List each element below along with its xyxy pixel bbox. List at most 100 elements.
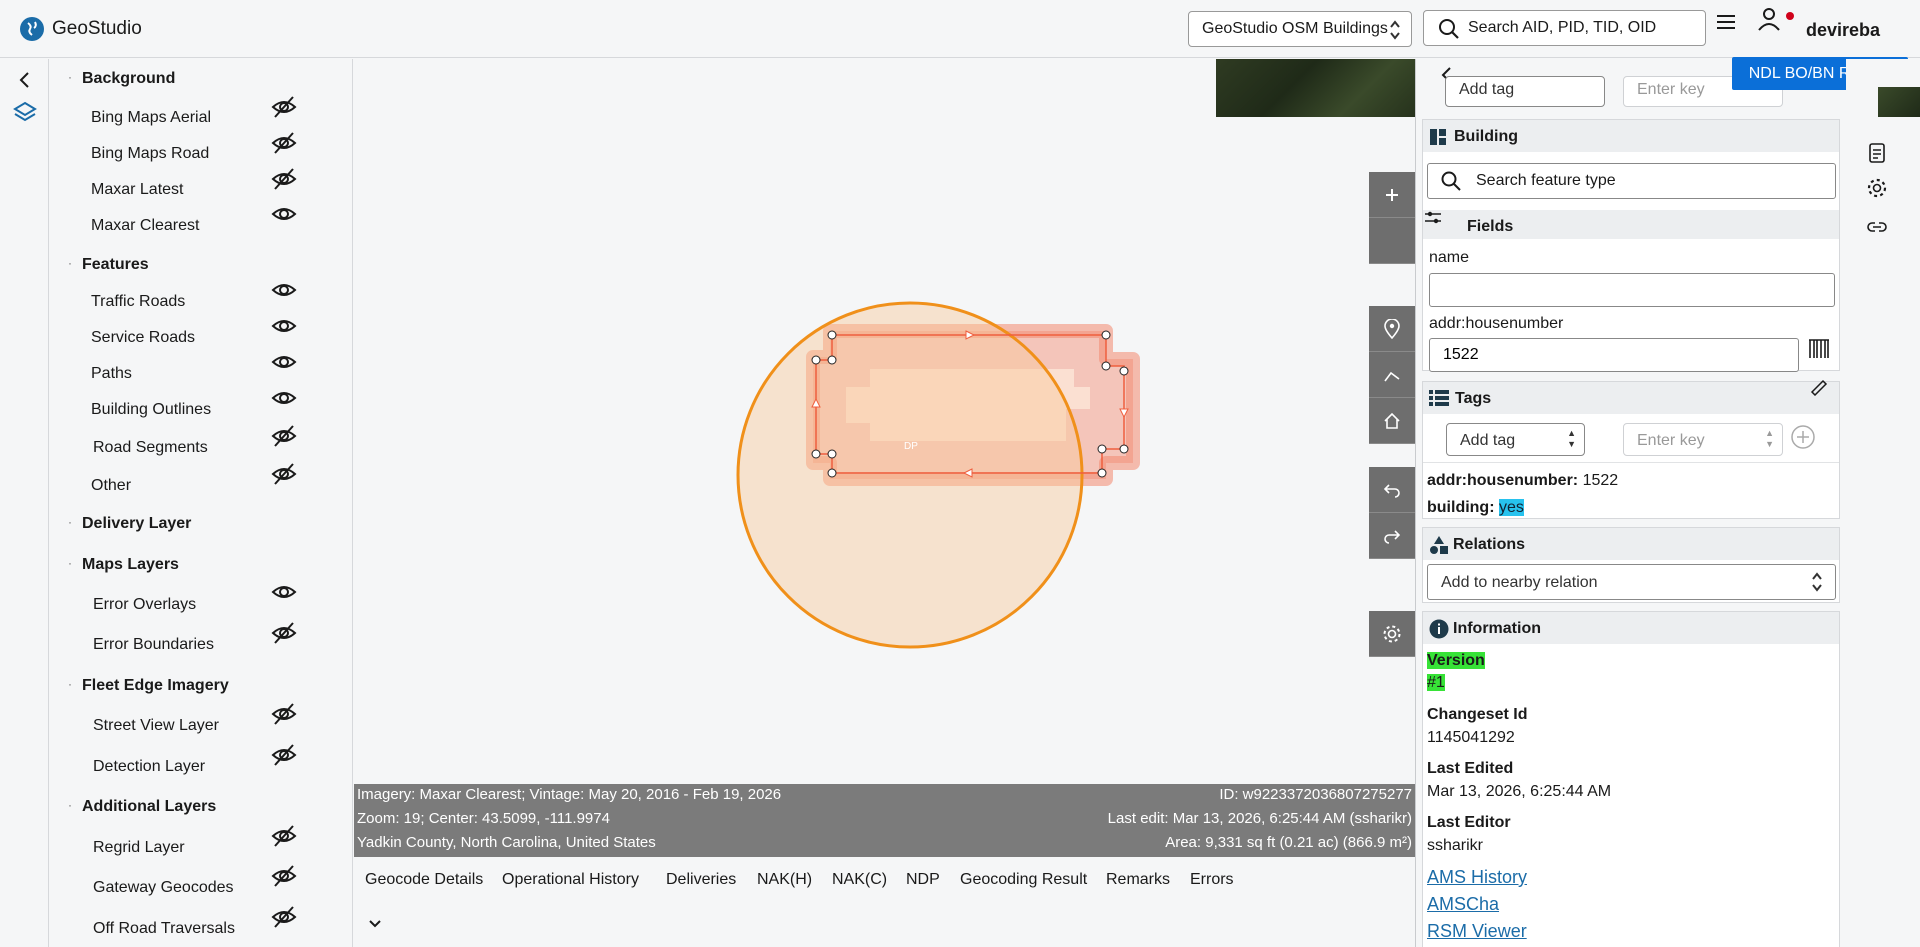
layer-traffic-roads: Traffic Roads bbox=[91, 293, 186, 310]
hamburger-menu-icon[interactable] bbox=[1716, 12, 1736, 32]
version-value: #1 bbox=[1427, 674, 1445, 691]
ams-history-link[interactable]: AMS History bbox=[1427, 867, 1527, 888]
eye-icon[interactable] bbox=[270, 384, 298, 412]
document-icon[interactable] bbox=[1866, 142, 1888, 164]
eye-off-icon[interactable] bbox=[270, 903, 298, 931]
eye-off-icon[interactable] bbox=[270, 619, 298, 647]
name-field-input[interactable] bbox=[1429, 273, 1835, 307]
eye-off-icon[interactable] bbox=[270, 700, 298, 728]
layer-road-segments: Road Segments bbox=[93, 439, 208, 456]
zoom-in-button[interactable] bbox=[1369, 172, 1415, 218]
settings-icon[interactable] bbox=[1866, 177, 1888, 199]
selection-circle bbox=[736, 301, 1084, 649]
information-card: Information Version #1 Changeset Id 1145… bbox=[1422, 611, 1840, 947]
add-line-button[interactable] bbox=[1369, 352, 1415, 398]
tab-nak-h[interactable]: NAK(H) bbox=[757, 871, 812, 889]
eye-off-icon[interactable] bbox=[270, 822, 298, 850]
tab-remarks[interactable]: Remarks bbox=[1106, 871, 1170, 889]
fields-header: Fields bbox=[1423, 210, 1839, 242]
redo-button[interactable] bbox=[1369, 513, 1415, 559]
layer-section-additional-layers[interactable]: · Additional Layers bbox=[68, 798, 216, 816]
eye-off-icon[interactable] bbox=[270, 129, 298, 157]
map-canvas[interactable]: DP bbox=[354, 59, 1415, 784]
divider bbox=[1423, 462, 1839, 463]
eye-off-icon[interactable] bbox=[270, 422, 298, 450]
zoom-out-button[interactable] bbox=[1369, 218, 1415, 264]
tab-errors[interactable]: Errors bbox=[1190, 871, 1234, 889]
feature-type-search[interactable]: Search feature type bbox=[1427, 163, 1836, 199]
select-arrows-icon: ▲ ▼ bbox=[1567, 428, 1576, 449]
tab-deliveries[interactable]: Deliveries bbox=[666, 871, 736, 889]
tab-nak-c[interactable]: NAK(C) bbox=[832, 871, 887, 889]
enter-key-select[interactable]: Enter key ▲ ▼ bbox=[1623, 423, 1783, 456]
dataset-select-value: GeoStudio OSM Buildings bbox=[1202, 20, 1388, 37]
layers-panel: · Background Bing Maps Aerial Bing Maps R… bbox=[50, 59, 353, 947]
relations-title: Relations bbox=[1453, 536, 1526, 553]
tab-geocoding-result[interactable]: Geocoding Result bbox=[960, 871, 1087, 889]
bottom-tabs: Geocode Details Operational History Deli… bbox=[354, 857, 1415, 947]
dp-marker-label[interactable]: DP bbox=[904, 441, 918, 452]
tab-geocode-details[interactable]: Geocode Details bbox=[365, 871, 483, 889]
changeset-label: Changeset Id bbox=[1427, 706, 1528, 723]
link-icon[interactable] bbox=[1866, 216, 1888, 238]
search-icon bbox=[1437, 17, 1461, 41]
info-icon bbox=[1429, 619, 1449, 639]
layer-regrid: Regrid Layer bbox=[93, 839, 185, 856]
global-search-input[interactable] bbox=[1468, 19, 1698, 37]
eye-icon[interactable] bbox=[270, 200, 298, 228]
chevron-down-icon[interactable] bbox=[367, 917, 383, 931]
add-area-button[interactable] bbox=[1369, 398, 1415, 444]
feature-type-title: Building bbox=[1454, 128, 1518, 145]
relations-card: Relations Add to nearby relation bbox=[1422, 527, 1840, 603]
list-icon bbox=[1429, 390, 1449, 406]
tab-operational-history[interactable]: Operational History bbox=[502, 871, 639, 889]
eye-icon[interactable] bbox=[270, 348, 298, 376]
add-tag-plus-icon[interactable] bbox=[1790, 424, 1816, 450]
layer-section-maps-layers[interactable]: · Maps Layers bbox=[68, 556, 179, 574]
dataset-select[interactable]: GeoStudio OSM Buildings bbox=[1188, 11, 1412, 47]
username[interactable]: devireba bbox=[1806, 20, 1880, 41]
layer-section-features[interactable]: · Features bbox=[68, 256, 149, 274]
eye-off-icon[interactable] bbox=[270, 862, 298, 890]
edit-text-icon[interactable] bbox=[1809, 376, 1829, 397]
feature-type-header: Building bbox=[1423, 120, 1839, 152]
rsm-viewer-link[interactable]: RSM Viewer bbox=[1427, 921, 1527, 942]
layer-service-roads: Service Roads bbox=[91, 329, 196, 346]
add-tag-select[interactable]: Add tag ▲ ▼ bbox=[1446, 423, 1585, 456]
eye-icon[interactable] bbox=[270, 312, 298, 340]
layers-icon[interactable] bbox=[12, 99, 38, 125]
shapes-icon bbox=[1429, 535, 1449, 555]
top-add-tag-select[interactable]: Add tag bbox=[1445, 76, 1605, 107]
left-icon-rail bbox=[0, 59, 49, 947]
layer-section-delivery[interactable]: · Delivery Layer bbox=[68, 515, 191, 533]
eye-off-icon[interactable] bbox=[270, 165, 298, 193]
gear-icon[interactable] bbox=[1369, 611, 1415, 657]
housenumber-field-input[interactable] bbox=[1429, 338, 1799, 372]
vertex-node bbox=[1097, 444, 1107, 454]
tag-row-building: building: yes bbox=[1427, 499, 1524, 516]
global-search[interactable] bbox=[1423, 10, 1706, 46]
undo-button[interactable] bbox=[1369, 467, 1415, 513]
sliders-icon[interactable] bbox=[1423, 210, 1443, 228]
add-point-button[interactable] bbox=[1369, 306, 1415, 352]
layer-off-road-traversals: Off Road Traversals bbox=[93, 920, 235, 937]
amscha-link[interactable]: AMSCha bbox=[1427, 894, 1499, 915]
vertex-node bbox=[827, 468, 837, 478]
vertex-node bbox=[1119, 366, 1129, 376]
tab-ndp[interactable]: NDP bbox=[906, 871, 940, 889]
map-features bbox=[736, 301, 1140, 649]
eye-off-icon[interactable] bbox=[270, 460, 298, 488]
vertex-node bbox=[811, 449, 821, 459]
eye-icon[interactable] bbox=[270, 276, 298, 304]
eye-icon[interactable] bbox=[270, 578, 298, 606]
add-relation-select[interactable]: Add to nearby relation bbox=[1427, 564, 1836, 600]
eye-off-icon[interactable] bbox=[270, 93, 298, 121]
barcode-icon[interactable] bbox=[1807, 338, 1831, 360]
collapse-panel-icon[interactable] bbox=[12, 67, 38, 93]
layer-section-fleet-edge-imagery[interactable]: · Fleet Edge Imagery bbox=[68, 677, 229, 695]
edit-tools bbox=[1369, 306, 1415, 444]
user-icon[interactable] bbox=[1756, 6, 1782, 32]
layer-section-background[interactable]: · Background bbox=[68, 70, 175, 88]
eye-off-icon[interactable] bbox=[270, 741, 298, 769]
minimap-thumbnail[interactable] bbox=[1878, 87, 1920, 117]
